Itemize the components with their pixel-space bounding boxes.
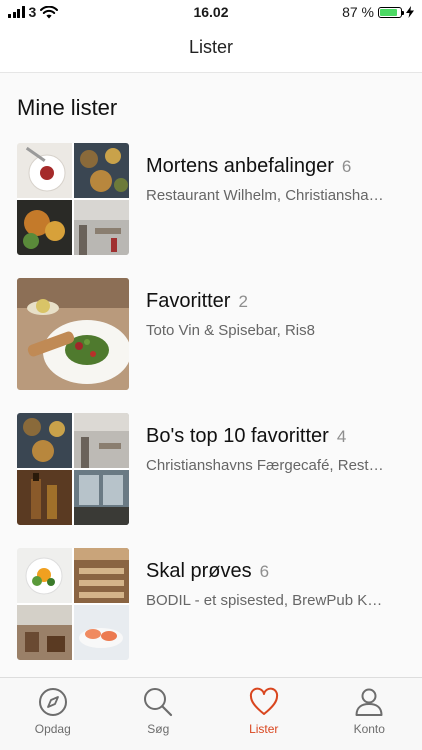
list-thumbnail xyxy=(17,413,129,525)
food-collage-image xyxy=(17,413,129,525)
list-thumbnail xyxy=(17,143,129,255)
list-item-skal-proves[interactable]: Skal prøves 6 BODIL - et spisested, BrewP… xyxy=(17,548,412,660)
battery-icon xyxy=(378,6,404,18)
page-title: Lister xyxy=(188,37,233,57)
list-name: Favoritter xyxy=(146,290,231,312)
list-item-bos-top-10[interactable]: Bo's top 10 favoritter 4 Christianshavns … xyxy=(17,413,412,525)
food-image xyxy=(17,278,129,390)
battery-percent: 87 % xyxy=(342,4,374,20)
tab-lister[interactable]: Lister xyxy=(211,678,317,750)
tab-bar: Opdag Søg Lister Konto xyxy=(0,677,422,750)
list-subtitle: BODIL - et spisested, BrewPub København xyxy=(146,592,386,609)
list-item-favoritter[interactable]: Favoritter 2 Toto Vin & Spisebar, Ris8 xyxy=(17,278,412,390)
tab-konto[interactable]: Konto xyxy=(317,678,422,750)
tab-label: Konto xyxy=(353,722,385,736)
compass-icon xyxy=(38,688,67,716)
section-title: Mine lister xyxy=(17,95,118,120)
list-name: Skal prøves xyxy=(146,560,252,582)
list-count: 4 xyxy=(336,427,347,446)
lists-content[interactable]: Mine lister Mortens anbefalinger 6 Resta… xyxy=(0,73,422,677)
list-title: Bo's top 10 favoritter 4 xyxy=(146,425,346,448)
list-title: Favoritter 2 xyxy=(146,290,248,313)
list-item-mortens-anbefalinger[interactable]: Mortens anbefalinger 6 Restaurant Wilhelm… xyxy=(17,143,412,255)
status-right: 87 % xyxy=(342,4,414,20)
list-subtitle: Restaurant Wilhelm, Christianshavns Færg… xyxy=(146,187,386,204)
list-subtitle: Christianshavns Færgecafé, Restaurant Wi… xyxy=(146,457,386,474)
list-count: 6 xyxy=(259,562,270,581)
charging-icon xyxy=(406,6,414,18)
list-thumbnail xyxy=(17,548,129,660)
list-name: Bo's top 10 favoritter xyxy=(146,425,329,447)
list-name: Mortens anbefalinger xyxy=(146,155,334,177)
tab-label: Lister xyxy=(249,722,279,736)
tab-label: Søg xyxy=(147,722,170,736)
food-collage-image xyxy=(17,143,129,255)
list-subtitle: Toto Vin & Spisebar, Ris8 xyxy=(146,322,315,339)
status-bar: 3 16.02 87 % xyxy=(0,0,422,24)
list-title: Skal prøves 6 xyxy=(146,560,269,583)
list-thumbnail xyxy=(17,278,129,390)
navigation-bar: Lister xyxy=(0,24,422,73)
list-title: Mortens anbefalinger 6 xyxy=(146,155,351,178)
tab-sog[interactable]: Søg xyxy=(106,678,212,750)
tab-label: Opdag xyxy=(34,722,71,736)
list-count: 6 xyxy=(341,157,352,176)
list-count: 2 xyxy=(238,292,248,311)
user-icon xyxy=(355,688,383,716)
search-icon xyxy=(144,688,173,717)
heart-icon xyxy=(249,687,278,715)
battery-level xyxy=(380,8,398,16)
tab-opdag[interactable]: Opdag xyxy=(0,678,106,750)
food-collage-image xyxy=(17,548,129,660)
